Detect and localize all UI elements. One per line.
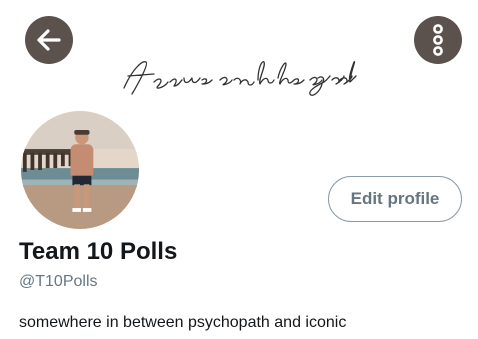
profile-page: Edit profile Team 10 Polls @T10Polls som… [0, 0, 478, 339]
profile-avatar[interactable] [18, 108, 142, 232]
profile-handle: @T10Polls [19, 273, 98, 290]
edit-profile-button[interactable]: Edit profile [328, 176, 462, 222]
arrow-left-icon [37, 29, 61, 51]
back-button[interactable] [25, 16, 73, 64]
more-vertical-icon [433, 24, 443, 56]
banner-script-text [118, 50, 358, 100]
more-options-button[interactable] [414, 16, 462, 64]
profile-bio: somewhere in between psychopath and icon… [19, 314, 347, 331]
profile-display-name: Team 10 Polls [19, 238, 178, 265]
profile-banner [0, 0, 478, 120]
